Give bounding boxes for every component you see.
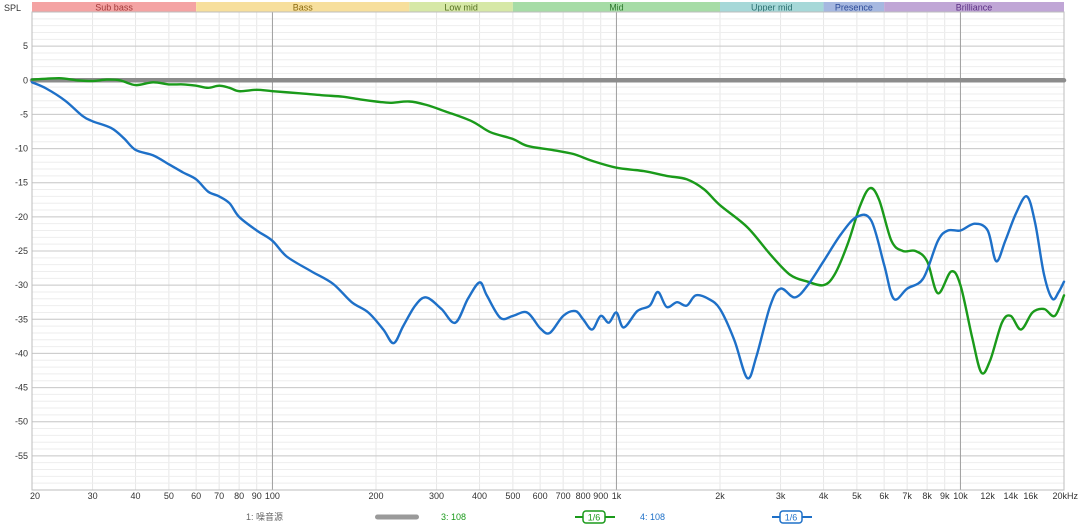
x-tick-label: 10k [953, 491, 968, 501]
x-tick-label: 12k [980, 491, 995, 501]
y-tick-label: -30 [15, 280, 28, 290]
x-tick-label: 70 [214, 491, 224, 501]
x-tick-label: 20 [30, 491, 40, 501]
band-label: Mid [609, 3, 624, 13]
y-tick-label: -50 [15, 417, 28, 427]
x-tick-label: 30 [88, 491, 98, 501]
y-tick-label: -15 [15, 178, 28, 188]
y-tick-label: 0 [23, 75, 28, 85]
x-tick-label: 9k [940, 491, 950, 501]
x-tick-label: 3k [776, 491, 786, 501]
x-tick-label: 200 [368, 491, 383, 501]
y-tick-label: -40 [15, 348, 28, 358]
x-tick-label: 900 [593, 491, 608, 501]
series-line-2 [30, 76, 1066, 375]
legend-label: 4: 108 [640, 512, 665, 522]
frequency-bands: Sub bass Bass Low mid Mid Upper mid Presence B… [32, 2, 1064, 13]
legend: 1: 噪音源 3: 108 1/6 4: 108 1/6 [246, 510, 812, 524]
x-tick-label: 16k [1023, 491, 1038, 501]
x-tick-label: 1k [612, 491, 622, 501]
x-tick-label: 800 [576, 491, 591, 501]
y-axis-ticks: 5 0 -5 -10 -15 -20 -25 -30 -35 -40 -45 -50 -55 [15, 41, 28, 461]
x-tick-label: 2k [715, 491, 725, 501]
band-label: Bass [293, 3, 314, 13]
x-tick-label: 7k [902, 491, 912, 501]
x-tick-label: 90 [252, 491, 262, 501]
x-tick-label: 400 [472, 491, 487, 501]
x-tick-label: 4k [819, 491, 829, 501]
x-tick-label: 6k [879, 491, 889, 501]
x-tick-label: 40 [131, 491, 141, 501]
x-axis-ticks: 20 30 40 50 60 70 80 90 100 200 300 400 500 600 700 800… [30, 491, 1078, 501]
band-label: Presence [835, 3, 873, 13]
y-tick-label: 5 [23, 41, 28, 51]
x-tick-label: 600 [533, 491, 548, 501]
x-tick-label: 20kHz [1052, 491, 1078, 501]
y-tick-label: -20 [15, 212, 28, 222]
x-tick-label: 80 [234, 491, 244, 501]
y-tick-label: -45 [15, 383, 28, 393]
y-tick-label: -55 [15, 451, 28, 461]
x-tick-label: 5k [852, 491, 862, 501]
y-tick-label: -35 [15, 314, 28, 324]
x-tick-label: 8k [922, 491, 932, 501]
x-tick-label: 300 [429, 491, 444, 501]
x-tick-label: 60 [191, 491, 201, 501]
x-tick-label: 100 [265, 491, 280, 501]
frequency-response-chart: Sub bass Bass Low mid Mid Upper mid Presence B… [4, 2, 1078, 524]
x-tick-label: 700 [556, 491, 571, 501]
legend-label: 3: 108 [441, 512, 466, 522]
x-tick-label: 50 [164, 491, 174, 501]
band-label: Brilliance [956, 3, 993, 13]
legend-label: 1: 噪音源 [246, 511, 283, 522]
y-axis-label: SPL [4, 3, 21, 13]
band-label: Low mid [444, 3, 478, 13]
band-label: Sub bass [95, 3, 133, 13]
x-tick-label: 14k [1003, 491, 1018, 501]
y-tick-label: -10 [15, 144, 28, 154]
smoothing-badge-label: 1/6 [785, 513, 798, 523]
y-tick-label: -25 [15, 246, 28, 256]
x-tick-label: 500 [505, 491, 520, 501]
smoothing-badge-label: 1/6 [588, 513, 601, 523]
legend-swatch [375, 514, 419, 520]
band-label: Upper mid [751, 3, 793, 13]
y-tick-label: -5 [20, 109, 28, 119]
